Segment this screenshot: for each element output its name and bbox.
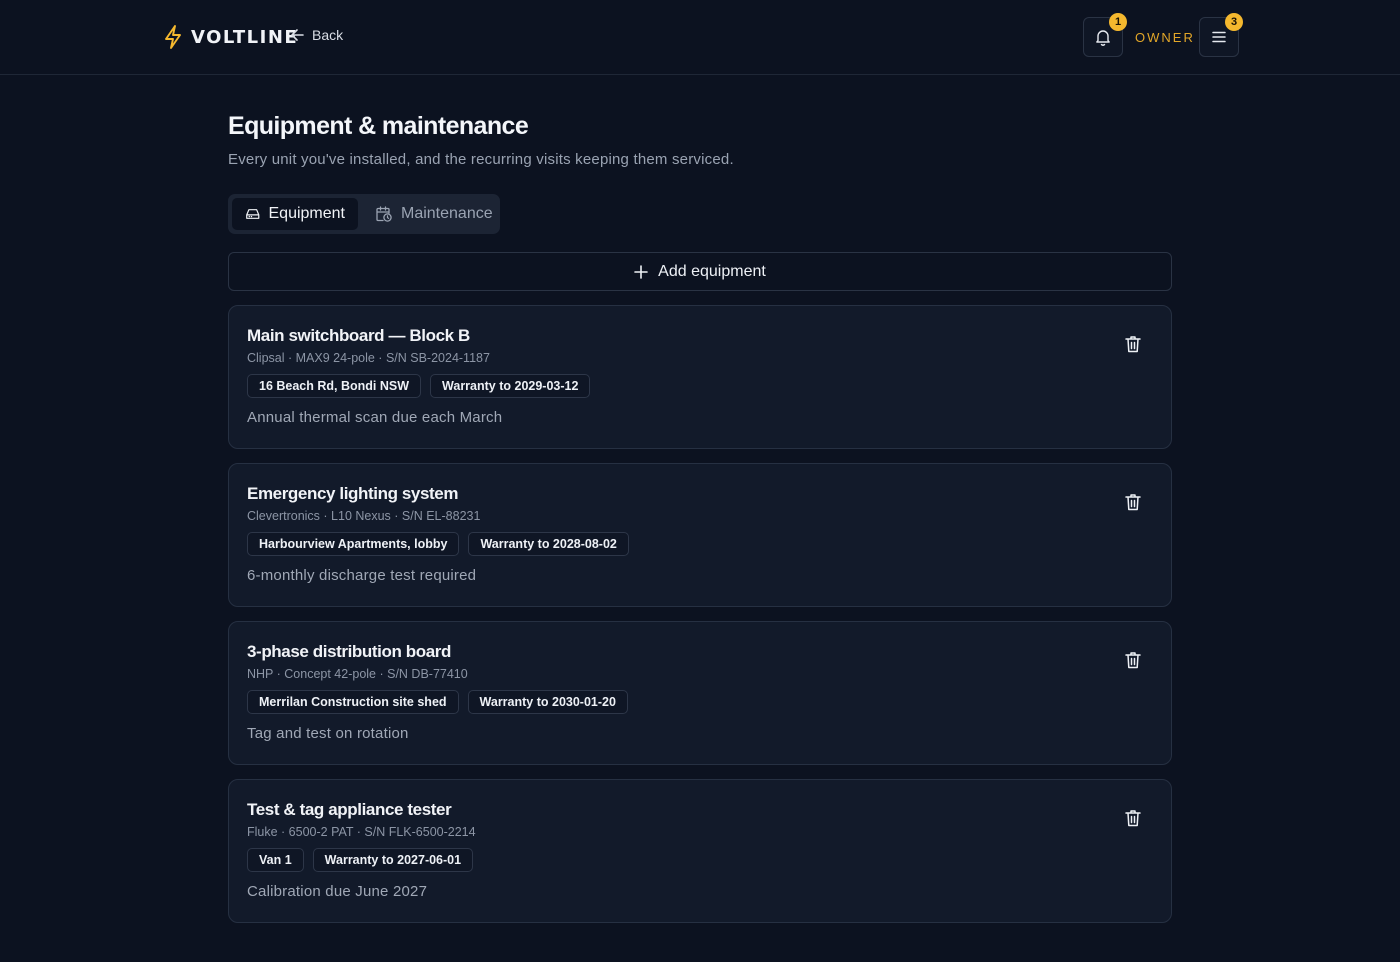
equipment-title: Main switchboard — Block B (247, 326, 470, 345)
trash-icon (1125, 810, 1141, 827)
equipment-note: Annual thermal scan due each March (247, 409, 503, 426)
location-chip: Van 1 (247, 848, 304, 872)
warranty-chip: Warranty to 2028-08-02 (468, 532, 629, 556)
calendar-clock-icon (376, 206, 392, 222)
equipment-meta: Fluke · 6500-2 PAT · S/N FLK-6500-2214 (247, 825, 476, 839)
menu-badge: 3 (1225, 13, 1243, 31)
arrow-left-icon (291, 29, 304, 41)
menu-button[interactable]: 3 (1199, 13, 1243, 57)
view-tabs: Equipment Maintenance (228, 194, 500, 234)
equipment-card: Test & tag appliance tester Fluke · 6500… (228, 779, 1172, 923)
delete-equipment-button[interactable] (1123, 334, 1143, 354)
equipment-note: Calibration due June 2027 (247, 883, 428, 900)
warranty-chip: Warranty to 2029-03-12 (430, 374, 591, 398)
hamburger-menu-icon (1212, 31, 1226, 43)
equipment-card: Main switchboard — Block B Clipsal · MAX… (228, 305, 1172, 449)
equipment-note: Tag and test on rotation (247, 725, 409, 742)
tab-equipment-label: Equipment (268, 205, 346, 222)
main-content: Equipment & maintenance Every unit you'v… (228, 112, 1172, 923)
bell-icon (1096, 30, 1110, 46)
notifications-badge: 1 (1109, 13, 1127, 31)
tab-maintenance-label: Maintenance (401, 205, 493, 222)
trash-icon (1125, 336, 1141, 353)
hard-drive-icon (246, 209, 260, 219)
warranty-chip: Warranty to 2027-06-01 (312, 848, 474, 872)
brand-logo[interactable]: VOLTLINE (163, 25, 298, 49)
top-bar: VOLTLINE Back 1 OWNER 3 (0, 0, 1400, 75)
notifications-button[interactable]: 1 (1083, 13, 1127, 57)
equipment-meta: Clipsal · MAX9 24-pole · S/N SB-2024-118… (247, 351, 490, 365)
lightning-bolt-icon (165, 25, 181, 49)
equipment-card: 3-phase distribution board NHP · Concept… (228, 621, 1172, 765)
equipment-title: Emergency lighting system (247, 484, 459, 503)
equipment-card: Emergency lighting system Clevertronics … (228, 463, 1172, 607)
trash-icon (1125, 494, 1141, 511)
equipment-meta: NHP · Concept 42-pole · S/N DB-77410 (247, 667, 468, 681)
page-subtitle: Every unit you've installed, and the rec… (228, 151, 734, 168)
delete-equipment-button[interactable] (1123, 492, 1143, 512)
delete-equipment-button[interactable] (1123, 650, 1143, 670)
brand-name: VOLTLINE (191, 26, 299, 48)
plus-icon (634, 264, 648, 279)
role-label: OWNER (1135, 30, 1195, 45)
add-equipment-button[interactable]: Add equipment (228, 252, 1172, 291)
add-equipment-label: Add equipment (658, 262, 766, 280)
back-button[interactable]: Back (290, 27, 343, 43)
tab-equipment[interactable]: Equipment (232, 198, 358, 230)
equipment-meta: Clevertronics · L10 Nexus · S/N EL-88231 (247, 509, 481, 523)
warranty-chip: Warranty to 2030-01-20 (467, 690, 628, 714)
location-chip: Harbourview Apartments, lobby (247, 532, 460, 556)
equipment-title: Test & tag appliance tester (247, 800, 452, 819)
delete-equipment-button[interactable] (1123, 808, 1143, 828)
tab-maintenance[interactable]: Maintenance (362, 198, 506, 230)
back-label: Back (312, 27, 344, 43)
page-title: Equipment & maintenance (228, 112, 529, 140)
trash-icon (1125, 652, 1141, 669)
equipment-title: 3-phase distribution board (247, 642, 452, 661)
equipment-note: 6-monthly discharge test required (247, 567, 477, 584)
location-chip: Merrilan Construction site shed (247, 690, 459, 714)
location-chip: 16 Beach Rd, Bondi NSW (247, 374, 422, 398)
